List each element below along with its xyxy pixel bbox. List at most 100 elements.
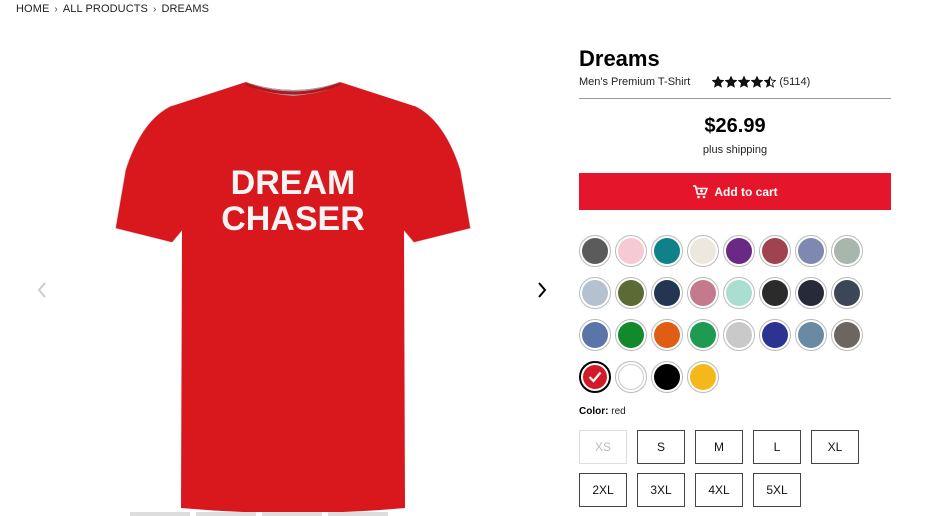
size-option-s[interactable]: S [637,430,685,464]
star-filled-icon [712,76,725,88]
color-swatch-fill [834,322,860,348]
star-filled-icon [725,76,738,88]
color-swatch-fill [690,280,716,306]
color-swatch[interactable] [795,277,827,309]
shirt-print-line-1: DREAM [231,164,356,202]
color-swatch-fill [726,322,752,348]
product-image-tshirt[interactable]: DREAM CHASER [114,80,472,512]
color-swatch[interactable] [795,235,827,267]
thumbnail[interactable] [130,512,190,516]
color-swatch-fill [798,322,824,348]
color-swatch-fill [654,322,680,348]
color-swatch-fill [583,365,607,389]
size-option-3xl[interactable]: 3XL [637,473,685,507]
size-option-4xl[interactable]: 4XL [695,473,743,507]
color-swatch-fill [726,238,752,264]
color-swatch[interactable] [687,235,719,267]
color-swatch[interactable] [795,319,827,351]
size-option-xs: XS [579,430,627,464]
star-filled-icon [738,76,751,88]
breadcrumb-current[interactable]: DREAMS [161,3,209,15]
color-swatch[interactable] [651,361,683,393]
color-swatch-fill [798,238,824,264]
color-swatch[interactable] [615,319,647,351]
color-swatch[interactable] [687,277,719,309]
product-gallery: DREAM CHASER [0,22,560,516]
next-image-button[interactable] [532,280,552,300]
selected-color-label: Color: red [579,406,626,417]
shipping-note: plus shipping [702,144,768,156]
size-option-2xl[interactable]: 2XL [579,473,627,507]
color-swatch-fill [654,364,680,390]
color-swatch-fill [618,322,644,348]
color-swatch-fill [798,280,824,306]
divider [579,98,891,99]
add-to-cart-button[interactable]: Add to cart [579,173,891,210]
previous-image-button[interactable] [32,280,52,300]
color-swatch-fill [726,280,752,306]
color-swatch-fill [834,280,860,306]
chevron-right-icon: › [153,3,157,15]
checkmark-icon [588,371,602,383]
color-swatch[interactable] [831,319,863,351]
color-swatch[interactable] [687,361,719,393]
color-swatch-fill [618,280,644,306]
color-swatch-fill [762,280,788,306]
color-swatch[interactable] [831,277,863,309]
color-swatch[interactable] [759,277,791,309]
thumbnail[interactable] [262,512,322,516]
color-swatch[interactable] [723,235,755,267]
color-swatch-fill [690,322,716,348]
size-selector: XS S M L XL 2XL 3XL 4XL 5XL [579,430,859,507]
thumbnail[interactable] [196,512,256,516]
thumbnail[interactable] [328,512,388,516]
breadcrumb: HOME › ALL PRODUCTS › DREAMS [16,3,209,15]
size-option-5xl[interactable]: 5XL [753,473,801,507]
chevron-left-icon [37,282,46,298]
color-swatch-fill [618,238,644,264]
color-swatch-fill [582,280,608,306]
color-swatch[interactable] [723,319,755,351]
color-swatch[interactable] [723,277,755,309]
star-rating [712,76,777,88]
product-subtitle: Men's Premium T-Shirt [579,76,691,88]
color-swatch[interactable] [579,235,611,267]
color-swatch[interactable] [651,235,683,267]
rating[interactable]: (5114) [712,76,810,88]
color-swatch-fill [618,364,644,390]
size-option-m[interactable]: M [695,430,743,464]
color-swatch[interactable] [579,277,611,309]
color-swatch[interactable] [759,319,791,351]
color-swatch[interactable] [579,319,611,351]
product-price: $26.99 [704,115,766,137]
color-swatch-fill [690,238,716,264]
cart-icon [693,184,709,198]
chevron-right-icon [538,282,547,298]
product-info: Dreams Men's Premium T-Shirt (5114) $26.… [579,46,891,210]
color-swatch-fill [690,364,716,390]
color-swatch-fill [654,280,680,306]
size-option-l[interactable]: L [753,430,801,464]
color-swatch[interactable] [831,235,863,267]
color-label-value: red [611,406,626,417]
color-swatch[interactable] [615,235,647,267]
add-to-cart-label: Add to cart [714,184,778,199]
breadcrumb-all-products[interactable]: ALL PRODUCTS [63,3,148,15]
color-swatch[interactable] [759,235,791,267]
color-swatch-selected[interactable] [579,361,611,393]
color-swatches [579,235,869,393]
color-swatch-fill [762,322,788,348]
color-swatch-fill [582,322,608,348]
review-count: (5114) [779,76,811,88]
size-option-xl[interactable]: XL [811,430,859,464]
color-swatch[interactable] [615,361,647,393]
color-swatch[interactable] [651,319,683,351]
color-swatch-fill [762,238,788,264]
color-swatch[interactable] [687,319,719,351]
color-label-prefix: Color: [579,406,609,417]
color-swatch-fill [654,238,680,264]
breadcrumb-home[interactable]: HOME [16,3,49,15]
color-swatch[interactable] [651,277,683,309]
product-title: Dreams [579,46,660,71]
color-swatch[interactable] [615,277,647,309]
